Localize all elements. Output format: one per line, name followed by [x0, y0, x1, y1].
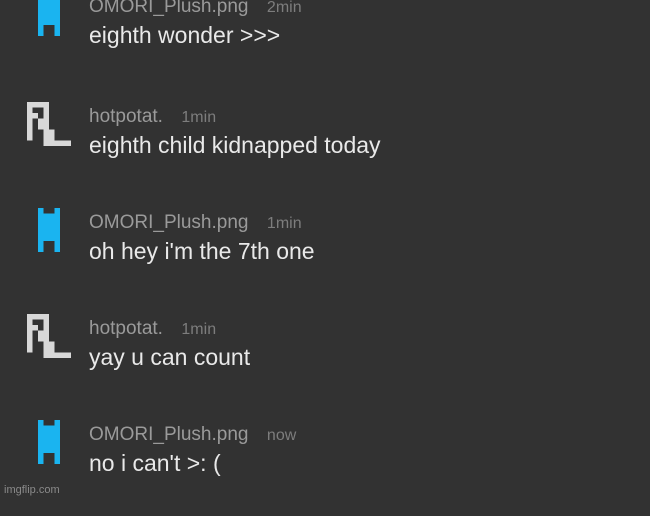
timestamp: now — [266, 427, 297, 444]
author-name[interactable]: hotpotat. — [89, 318, 163, 339]
message-item: OMORI_Plush.png 2min eighth wonder >>> — [0, 0, 650, 88]
message-text: eighth child kidnapped today — [89, 132, 381, 158]
timestamp: 1min — [266, 215, 302, 232]
message-header: hotpotat. 1min — [89, 318, 216, 340]
timestamp: 1min — [181, 321, 217, 338]
message-text: eighth wonder >>> — [89, 22, 281, 48]
white-pixel-avatar-icon[interactable] — [27, 314, 71, 358]
timestamp: 2min — [266, 0, 302, 16]
blue-pixel-avatar-icon[interactable] — [27, 420, 71, 464]
message-header: OMORI_Plush.png 1min — [89, 212, 302, 234]
message-header: OMORI_Plush.png now — [89, 424, 296, 446]
message-header: hotpotat. 1min — [89, 106, 216, 128]
watermark: imgflip.com — [4, 484, 60, 496]
message-text: no i can't >: ( — [89, 450, 221, 476]
message-text: oh hey i'm the 7th one — [89, 238, 315, 264]
message-item: hotpotat. 1min yay u can count — [0, 314, 650, 410]
message-header: OMORI_Plush.png 2min — [89, 0, 302, 18]
author-name[interactable]: hotpotat. — [89, 106, 163, 127]
blue-pixel-avatar-icon[interactable] — [27, 208, 71, 252]
message-item: hotpotat. 1min eighth child kidnapped to… — [0, 102, 650, 198]
white-pixel-avatar-icon[interactable] — [27, 102, 71, 146]
message-item: OMORI_Plush.png 1min oh hey i'm the 7th … — [0, 208, 650, 304]
author-name[interactable]: OMORI_Plush.png — [89, 424, 248, 445]
message-text: yay u can count — [89, 344, 251, 370]
author-name[interactable]: OMORI_Plush.png — [89, 0, 248, 17]
author-name[interactable]: OMORI_Plush.png — [89, 212, 248, 233]
blue-pixel-avatar-icon[interactable] — [27, 0, 71, 36]
message-item: OMORI_Plush.png now no i can't >: ( — [0, 420, 650, 516]
timestamp: 1min — [181, 109, 217, 126]
